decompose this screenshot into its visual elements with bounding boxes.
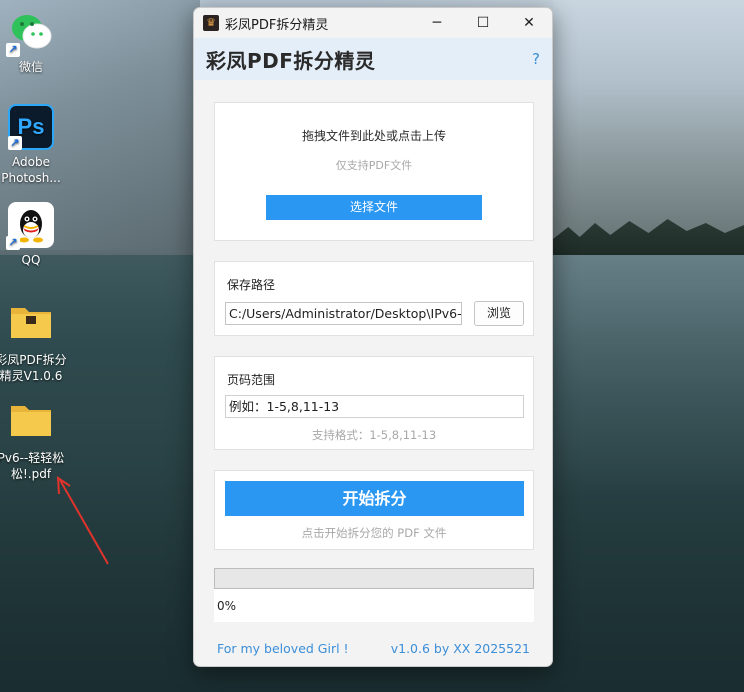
- close-button[interactable]: ✕: [506, 8, 552, 38]
- wallpaper-reflection: [553, 255, 744, 495]
- shortcut-arrow-icon: ↗: [8, 136, 22, 150]
- desktop-icon-photoshop[interactable]: Ps ↗ Adobe Photosh...: [0, 104, 68, 186]
- shortcut-arrow-icon: ↗: [6, 43, 20, 57]
- start-split-button[interactable]: 开始拆分: [225, 481, 524, 516]
- folder-icon: [8, 400, 54, 446]
- browse-button[interactable]: 浏览: [474, 301, 524, 326]
- page-title: 彩凤PDF拆分精灵: [206, 48, 376, 73]
- save-path-label: 保存路径: [227, 278, 276, 292]
- desktop-icon-wechat[interactable]: ↗ 微信: [0, 9, 68, 75]
- save-path-input[interactable]: C:/Users/Administrator/Desktop\IPv6--轻: [225, 302, 462, 325]
- desktop-icon-app-folder[interactable]: 彩凤PDF拆分精灵V1.0.6: [0, 302, 68, 384]
- drop-zone-text: 拖拽文件到此处或点击上传: [301, 129, 446, 143]
- shortcut-arrow-icon: ↗: [6, 236, 20, 250]
- maximize-button[interactable]: ☐: [460, 8, 506, 38]
- page-range-section: 页码范围 例如：1-5,8,11-13 支持格式：1-5,8,11-13: [214, 356, 534, 450]
- drop-zone[interactable]: 拖拽文件到此处或点击上传 仅支持PDF文件 选择文件: [214, 102, 534, 241]
- window-controls: ─ ☐ ✕: [414, 8, 552, 38]
- titlebar[interactable]: ♛ 彩凤PDF拆分精灵 ─ ☐ ✕: [194, 8, 552, 38]
- footer: For my beloved Girl ! v1.0.6 by XX 20255…: [217, 641, 530, 656]
- footer-dedication: For my beloved Girl !: [217, 641, 349, 656]
- progress-section: 0%: [214, 568, 534, 622]
- desktop-icon-label: QQ: [21, 253, 41, 267]
- page-range-hint: 支持格式：1-5,8,11-13: [311, 428, 437, 442]
- desktop-icon-label: 微信: [18, 60, 43, 74]
- start-hint: 点击开始拆分您的 PDF 文件: [301, 526, 447, 540]
- photoshop-icon: Ps ↗: [8, 104, 54, 150]
- help-button[interactable]: ?: [532, 50, 540, 68]
- drop-zone-hint: 仅支持PDF文件: [335, 159, 413, 172]
- select-file-button[interactable]: 选择文件: [266, 195, 482, 220]
- app-window: ♛ 彩凤PDF拆分精灵 ─ ☐ ✕ 彩凤PDF拆分精灵 ? 拖拽文件到此处或点击…: [193, 7, 553, 667]
- desktop-icon-label: 彩凤PDF拆分精灵V1.0.6: [0, 353, 67, 383]
- desktop-icon-label: Adobe Photosh...: [1, 155, 61, 185]
- minimize-button[interactable]: ─: [414, 8, 460, 38]
- window-title: 彩凤PDF拆分精灵: [225, 17, 329, 33]
- start-section: 开始拆分 点击开始拆分您的 PDF 文件: [214, 470, 534, 550]
- footer-version: v1.0.6 by XX 2025521: [390, 641, 530, 656]
- desktop-icon-qq[interactable]: ↗ QQ: [0, 202, 68, 268]
- annotation-arrow: [56, 476, 109, 565]
- wechat-icon: ↗: [6, 9, 54, 57]
- qq-icon: ↗: [6, 202, 54, 250]
- progress-bar: [214, 568, 534, 589]
- app-header: 彩凤PDF拆分精灵 ?: [194, 38, 552, 80]
- page-range-label: 页码范围: [227, 373, 276, 387]
- save-path-section: 保存路径 C:/Users/Administrator/Desktop\IPv6…: [214, 261, 534, 336]
- progress-text: 0%: [217, 599, 237, 613]
- app-logo-icon: ♛: [203, 15, 219, 31]
- folder-icon: [8, 302, 54, 348]
- page-range-input[interactable]: 例如：1-5,8,11-13: [225, 395, 524, 418]
